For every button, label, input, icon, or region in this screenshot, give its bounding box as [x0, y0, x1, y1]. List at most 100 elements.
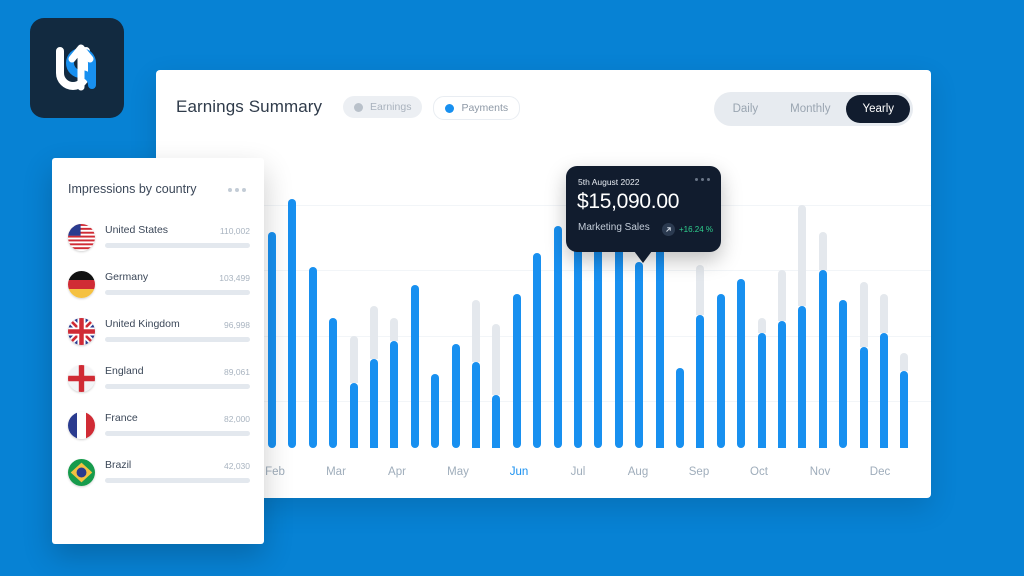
bar-column[interactable] — [757, 317, 766, 448]
bar-column[interactable] — [431, 374, 440, 448]
country-name: England — [105, 365, 144, 377]
bar-column[interactable] — [737, 279, 746, 448]
more-options-icon[interactable] — [695, 178, 710, 181]
list-item[interactable]: Brazil 42,030 — [52, 453, 264, 500]
progress-track — [105, 290, 250, 295]
bar-column[interactable] — [472, 300, 480, 448]
bar-remainder — [818, 231, 827, 271]
bar-column[interactable] — [512, 294, 521, 448]
bar-value — [655, 234, 664, 448]
tooltip-label: Marketing Sales — [578, 222, 650, 233]
progress-track — [105, 243, 250, 248]
progress-track — [105, 337, 250, 342]
list-item[interactable]: Germany 103,499 — [52, 265, 264, 312]
bar-remainder — [349, 335, 358, 383]
bar-column[interactable] — [268, 231, 276, 448]
bar-column[interactable] — [288, 199, 297, 448]
bar-column[interactable] — [818, 231, 827, 448]
x-axis-tick-aug: Aug — [627, 466, 649, 478]
bar-value — [390, 341, 399, 448]
bar-column[interactable] — [635, 261, 644, 448]
bar-column[interactable] — [778, 270, 786, 448]
legend-dot-earnings — [354, 102, 363, 112]
bar-column[interactable] — [451, 344, 460, 448]
bar-column[interactable] — [553, 226, 562, 448]
bar-value — [329, 317, 338, 448]
bar-column[interactable] — [533, 252, 542, 448]
x-axis-tick-may: May — [447, 466, 469, 478]
bar-column[interactable] — [410, 285, 419, 448]
bar-value — [431, 374, 440, 448]
bar-value — [492, 394, 501, 448]
bar-remainder — [778, 270, 786, 321]
arrow-up-right-icon — [662, 223, 675, 236]
chart-card-header: Earnings Summary Earnings Payments Daily… — [156, 70, 931, 146]
flag-icon-de — [68, 271, 95, 298]
page-title: Earnings Summary — [176, 97, 323, 116]
list-item[interactable]: England 89,061 — [52, 359, 264, 406]
screen-root: Earnings Summary Earnings Payments Daily… — [0, 0, 1024, 576]
country-name: Brazil — [105, 459, 132, 471]
legend-pill-payments[interactable]: Payments — [433, 96, 521, 120]
app-logo — [30, 18, 124, 118]
bar-column[interactable] — [900, 353, 909, 448]
bar-remainder — [370, 305, 378, 360]
bar-series-container — [156, 152, 931, 448]
tooltip-date: 5th August 2022 — [578, 177, 640, 187]
bar-column[interactable] — [676, 368, 684, 448]
period-option-monthly[interactable]: Monthly — [774, 95, 846, 123]
more-options-icon[interactable] — [228, 188, 246, 192]
progress-track — [105, 431, 250, 436]
flag-icon-fr — [68, 412, 95, 439]
list-item[interactable]: United Kingdom 96,998 — [52, 312, 264, 359]
bar-value — [553, 226, 562, 448]
x-axis-tick-dec: Dec — [869, 466, 891, 478]
bar-column[interactable] — [390, 317, 399, 448]
bar-column[interactable] — [370, 305, 378, 448]
bar-value — [451, 344, 460, 448]
bar-value — [288, 199, 297, 448]
country-value: 96,998 — [224, 320, 250, 330]
x-axis-tick-jul: Jul — [570, 466, 586, 478]
bar-column[interactable] — [839, 300, 848, 448]
x-axis-tick-mar: Mar — [326, 466, 346, 478]
bar-value — [880, 332, 888, 448]
earnings-summary-card: Earnings Summary Earnings Payments Daily… — [156, 70, 931, 498]
legend-label-payments: Payments — [461, 102, 509, 114]
x-axis-tick-apr: Apr — [388, 466, 406, 478]
progress-track — [105, 478, 250, 483]
flag-icon-gb — [68, 318, 95, 345]
country-value: 42,030 — [224, 461, 250, 471]
bar-value — [370, 359, 378, 448]
bar-column[interactable] — [349, 335, 358, 448]
bar-column[interactable] — [798, 205, 807, 448]
period-segmented-control: Daily Monthly Yearly — [713, 92, 913, 126]
legend-pill-earnings[interactable]: Earnings — [343, 96, 423, 118]
bar-value — [268, 231, 276, 448]
bar-column[interactable] — [492, 323, 501, 448]
bar-column[interactable] — [696, 264, 705, 448]
bar-column[interactable] — [308, 267, 317, 448]
bar-value — [635, 261, 644, 448]
bar-column[interactable] — [859, 282, 868, 448]
data-point-tooltip: 5th August 2022 $15,090.00 Marketing Sal… — [566, 166, 721, 263]
country-value: 110,002 — [219, 226, 250, 236]
bar-value — [818, 270, 827, 448]
bar-value — [716, 294, 725, 448]
x-axis-tick-feb: Feb — [265, 466, 285, 478]
x-axis-tick-jun: Jun — [509, 466, 529, 478]
country-value: 103,499 — [219, 273, 250, 283]
period-option-daily[interactable]: Daily — [717, 95, 775, 123]
bar-remainder — [798, 205, 807, 306]
bar-column[interactable] — [716, 294, 725, 448]
list-item[interactable]: France 82,000 — [52, 406, 264, 453]
bar-column[interactable] — [329, 317, 338, 448]
bar-value — [512, 294, 521, 448]
x-axis-tick-sep: Sep — [688, 466, 710, 478]
chart-legend: Earnings Payments — [343, 96, 521, 120]
list-item[interactable]: United States 110,002 — [52, 218, 264, 265]
bar-column[interactable] — [880, 294, 888, 448]
bar-remainder — [900, 353, 909, 372]
period-option-yearly[interactable]: Yearly — [846, 95, 910, 123]
bar-value — [900, 371, 909, 448]
